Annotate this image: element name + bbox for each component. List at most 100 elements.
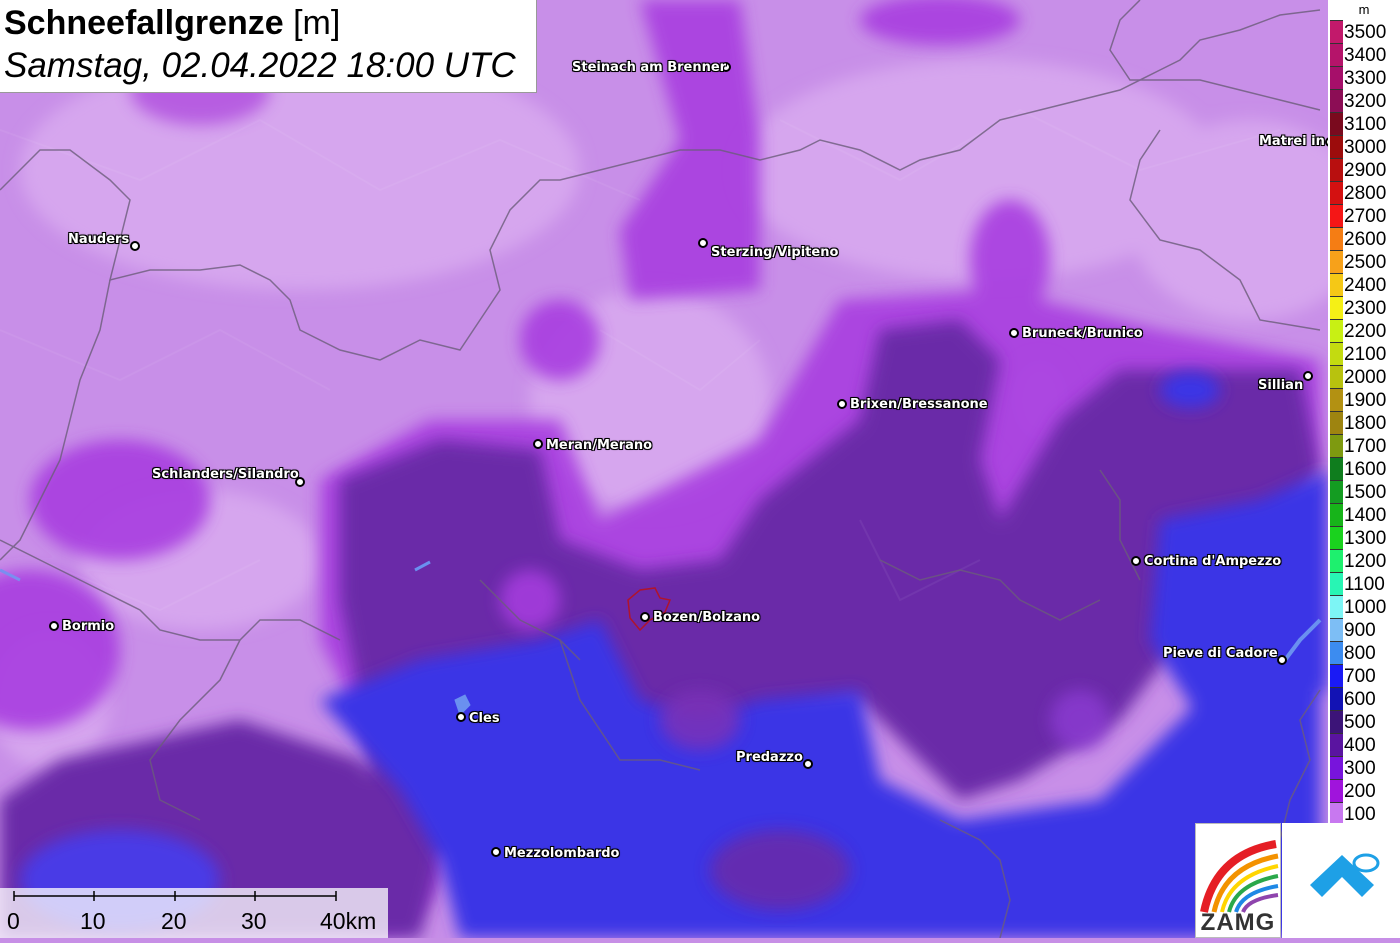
- city-marker-icon[interactable]: [130, 241, 140, 251]
- city-label: Sillian: [1258, 378, 1304, 393]
- legend-item: 800: [1328, 641, 1400, 664]
- legend-swatch: [1330, 664, 1343, 687]
- city-label: Bozen/Bolzano: [653, 610, 761, 625]
- legend-label: 1500: [1344, 482, 1387, 503]
- city-marker-icon[interactable]: [640, 612, 650, 622]
- legend-label: 800: [1344, 643, 1376, 664]
- city-marker-icon[interactable]: [491, 847, 501, 857]
- city-label: Cortina d'Ampezzo: [1144, 554, 1282, 569]
- legend-item: 3500: [1328, 20, 1400, 43]
- zamg-logo[interactable]: ZAMG: [1195, 823, 1281, 938]
- legend-swatch: [1330, 89, 1343, 112]
- legend-item: 700: [1328, 664, 1400, 687]
- scale-label-40: 40km: [320, 908, 377, 934]
- legend-swatch: [1330, 43, 1343, 66]
- legend-item: 3000: [1328, 135, 1400, 158]
- city-label: Brixen/Bressanone: [850, 397, 988, 412]
- legend-label: 2500: [1344, 252, 1387, 273]
- legend-item: 2800: [1328, 181, 1400, 204]
- legend-item: 500: [1328, 710, 1400, 733]
- city-marker-icon[interactable]: [1131, 556, 1141, 566]
- legend-item: 2200: [1328, 319, 1400, 342]
- scale-label-20: 20: [161, 908, 187, 934]
- legend-item: 3400: [1328, 43, 1400, 66]
- legend-swatch: [1330, 411, 1343, 434]
- legend-label: 1700: [1344, 436, 1387, 457]
- legend-swatch: [1330, 250, 1343, 273]
- legend-item: 2300: [1328, 296, 1400, 319]
- legend-swatch: [1330, 572, 1343, 595]
- city-label: Predazzo: [736, 750, 803, 765]
- legend-label: 900: [1344, 620, 1376, 641]
- city-marker-icon[interactable]: [698, 238, 708, 248]
- city-marker-icon[interactable]: [49, 621, 59, 631]
- legend-swatch: [1330, 549, 1343, 572]
- legend-label: 3000: [1344, 137, 1387, 158]
- legend-swatch: [1330, 112, 1343, 135]
- legend-label: 3500: [1344, 22, 1387, 43]
- scale-label-10: 10: [80, 908, 106, 934]
- legend-swatch: [1330, 273, 1343, 296]
- legend-swatch: [1330, 457, 1343, 480]
- legend-item: 2500: [1328, 250, 1400, 273]
- legend-swatch: [1330, 181, 1343, 204]
- city-marker-icon[interactable]: [1009, 328, 1019, 338]
- legend-swatch: [1330, 641, 1343, 664]
- city-marker-icon[interactable]: [533, 439, 543, 449]
- legend-item: 1600: [1328, 457, 1400, 480]
- legend-item: 2600: [1328, 227, 1400, 250]
- scale-label-0: 0: [7, 908, 20, 934]
- zamg-logo-text: ZAMG: [1200, 909, 1276, 936]
- scale-label-30: 30: [241, 908, 267, 934]
- legend-label: 1600: [1344, 459, 1387, 480]
- legend-swatch: [1330, 20, 1343, 43]
- city-marker-icon[interactable]: [456, 712, 466, 722]
- map-title: Schneefallgrenze [m]: [4, 4, 341, 42]
- legend-swatch: [1330, 66, 1343, 89]
- legend-swatch: [1330, 733, 1343, 756]
- legend-swatch: [1330, 710, 1343, 733]
- city-label: Schlanders/Silandro: [152, 467, 299, 482]
- legend-label: 400: [1344, 735, 1376, 756]
- legend-label: 1200: [1344, 551, 1387, 572]
- legend-item: 400: [1328, 733, 1400, 756]
- legend-label: 1400: [1344, 505, 1387, 526]
- legend-swatch: [1330, 158, 1343, 181]
- legend-label: 2000: [1344, 367, 1387, 388]
- legend-item: 2400: [1328, 273, 1400, 296]
- legend-item: 3300: [1328, 66, 1400, 89]
- city-label: Nauders: [68, 232, 130, 247]
- city-label: Bruneck/Brunico: [1022, 326, 1143, 341]
- city-marker-icon[interactable]: [837, 399, 847, 409]
- legend-label: 2300: [1344, 298, 1387, 319]
- city-marker-icon[interactable]: [1303, 371, 1313, 381]
- legend-label: 3300: [1344, 68, 1387, 89]
- weather-arrow-logo[interactable]: [1282, 823, 1400, 938]
- legend-label: 2400: [1344, 275, 1387, 296]
- city-marker-icon[interactable]: [1277, 655, 1287, 665]
- legend-item: 1500: [1328, 480, 1400, 503]
- legend-label: 3200: [1344, 91, 1387, 112]
- legend-item: 3200: [1328, 89, 1400, 112]
- legend-item: 1000: [1328, 595, 1400, 618]
- city-label: Meran/Merano: [546, 438, 653, 453]
- legend-item: 1400: [1328, 503, 1400, 526]
- legend-swatch: [1330, 342, 1343, 365]
- legend-swatch: [1330, 296, 1343, 319]
- city-marker-icon[interactable]: [803, 759, 813, 769]
- legend-label: 500: [1344, 712, 1376, 733]
- legend-item: 1700: [1328, 434, 1400, 457]
- map-datetime: Samstag, 02.04.2022 18:00 UTC: [4, 46, 516, 85]
- legend-swatch: [1330, 135, 1343, 158]
- legend-swatch: [1330, 756, 1343, 779]
- city-label: Sterzing/Vipiteno: [711, 245, 839, 260]
- city-label: Cles: [469, 711, 500, 726]
- legend-label: 1300: [1344, 528, 1387, 549]
- legend-item: 600: [1328, 687, 1400, 710]
- legend-label: 3400: [1344, 45, 1387, 66]
- legend-item: 300: [1328, 756, 1400, 779]
- legend-label: 2700: [1344, 206, 1387, 227]
- legend-swatch: [1330, 365, 1343, 388]
- legend-label: 3100: [1344, 114, 1387, 135]
- legend-item: 1100: [1328, 572, 1400, 595]
